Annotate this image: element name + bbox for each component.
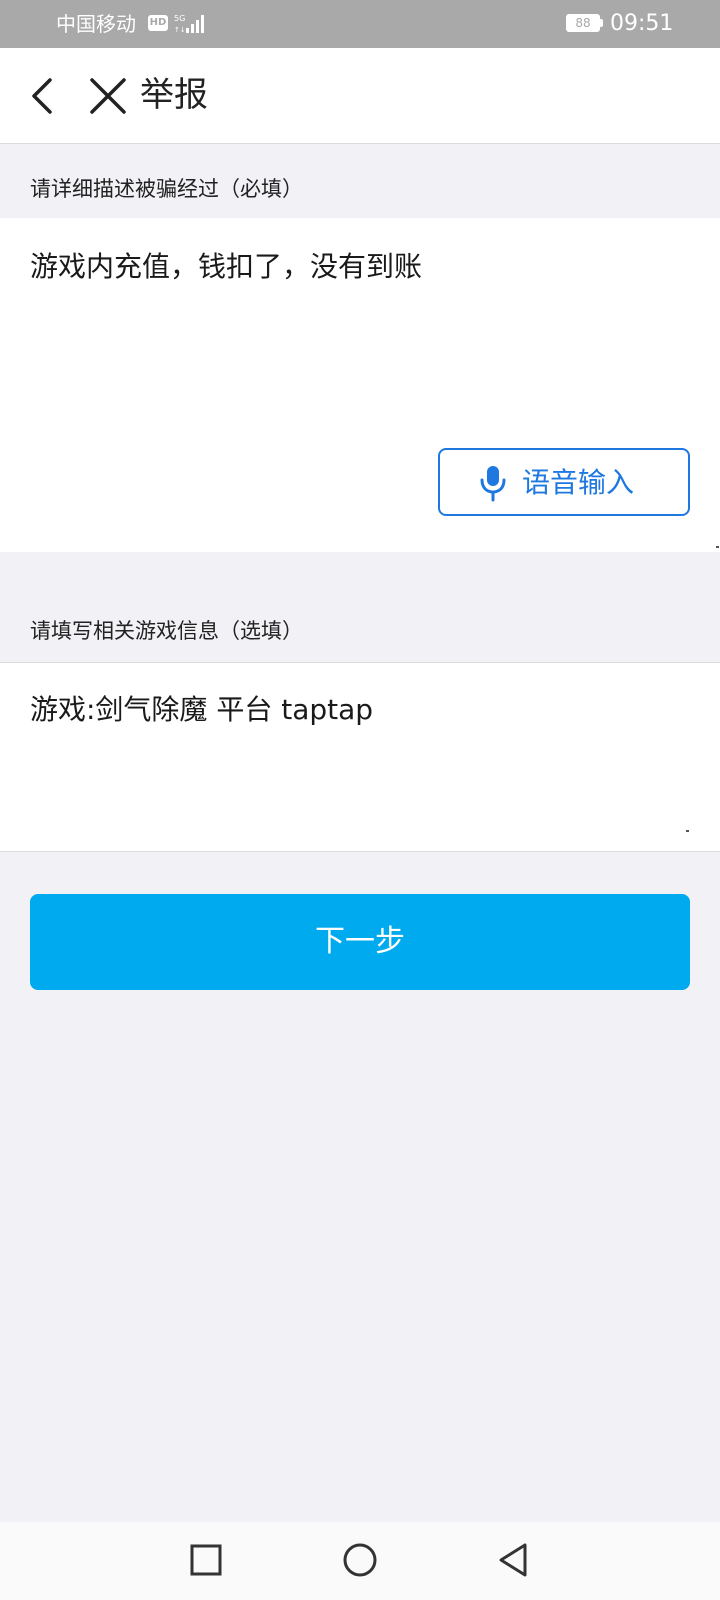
voice-input-button[interactable]: 语音输入 xyxy=(438,448,690,516)
next-step-button[interactable]: 下一步 xyxy=(30,894,690,990)
square-icon[interactable] xyxy=(186,1540,226,1580)
svg-text:5G: 5G xyxy=(174,14,185,23)
description-input[interactable]: 游戏内充值，钱扣了，没有到账 xyxy=(30,247,422,287)
game-info-input[interactable]: 游戏:剑气除魔 平台 taptap xyxy=(30,690,373,730)
svg-text:↑↓: ↑↓ xyxy=(174,26,186,34)
circle-icon[interactable] xyxy=(340,1540,380,1580)
status-bar: 中国移动 HD 5G ↑↓ 88 09:51 xyxy=(0,0,720,48)
microphone-icon xyxy=(480,466,506,502)
hd-badge: HD xyxy=(148,15,168,31)
signal-5g-icon: 5G ↑↓ xyxy=(174,14,204,34)
battery-indicator: 88 xyxy=(566,14,600,32)
description-label: 请详细描述被骗经过（必填） xyxy=(30,177,303,201)
chevron-left-icon[interactable] xyxy=(26,74,66,118)
triangle-back-icon[interactable] xyxy=(494,1540,534,1580)
status-time: 09:51 xyxy=(610,11,674,36)
battery-tip xyxy=(600,19,603,27)
game-info-label: 请填写相关游戏信息（选填） xyxy=(30,619,303,643)
title-bar: 举报 xyxy=(0,48,720,144)
page-title: 举报 xyxy=(140,75,208,115)
voice-input-label: 语音输入 xyxy=(522,466,635,499)
close-icon[interactable] xyxy=(88,76,128,116)
system-nav-bar xyxy=(0,1522,720,1600)
carrier-name: 中国移动 xyxy=(56,12,136,36)
resize-handle xyxy=(716,546,719,548)
resize-handle xyxy=(686,830,689,832)
